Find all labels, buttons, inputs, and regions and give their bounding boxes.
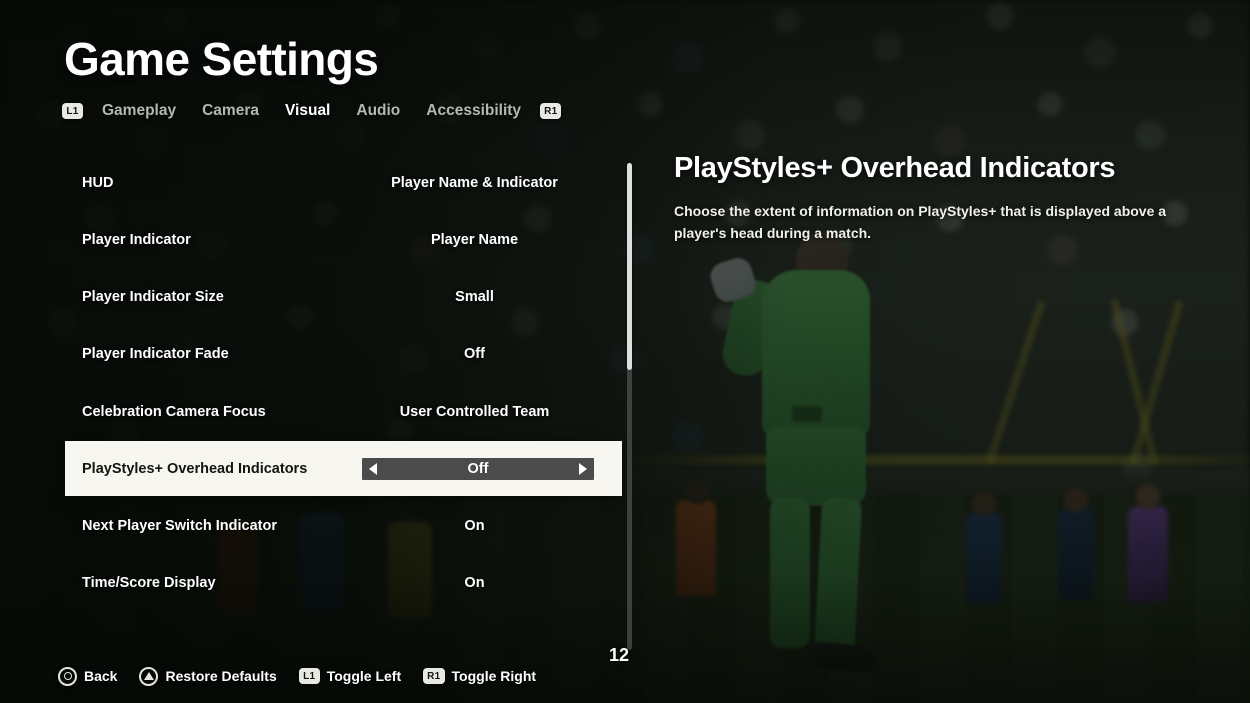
setting-label: Player Indicator Fade: [82, 346, 229, 362]
circle-button-icon: [58, 666, 77, 686]
prompt-toggle-right[interactable]: R1 Toggle Right: [423, 668, 536, 684]
tab-accessibility[interactable]: Accessibility: [413, 102, 534, 120]
setting-label: HUD: [82, 175, 114, 191]
triangle-button-icon: [139, 666, 159, 686]
setting-value: On: [464, 518, 485, 534]
tab-camera[interactable]: Camera: [189, 102, 272, 120]
detail-description: Choose the extent of information on Play…: [674, 203, 1167, 241]
prompt-label: Restore Defaults: [165, 668, 277, 684]
chevron-left-icon[interactable]: [369, 462, 377, 475]
prompt-label: Toggle Right: [451, 668, 537, 684]
button-prompt-bar: Back Restore Defaults L1 Toggle Left R1 …: [58, 664, 536, 688]
setting-row-player-indicator-size[interactable]: Player Indicator Size Small: [65, 271, 622, 323]
detail-title: PlayStyles+ Overhead Indicators: [674, 152, 1116, 184]
setting-row-player-indicator[interactable]: Player Indicator Player Name: [65, 214, 622, 266]
setting-value: Off: [467, 460, 489, 477]
detail-panel: PlayStyles+ Overhead Indicators Choose t…: [674, 152, 1174, 244]
prompt-label: Back: [84, 668, 118, 684]
l1-bumper-icon: L1: [298, 668, 320, 684]
l1-bumper-icon[interactable]: L1: [62, 103, 83, 119]
settings-scrollbar[interactable]: [627, 163, 632, 650]
prompt-back[interactable]: Back: [58, 666, 118, 686]
chevron-right-icon[interactable]: [579, 462, 587, 475]
setting-value-spinner[interactable]: Off: [362, 457, 594, 480]
page-counter: 12: [609, 645, 630, 665]
setting-label: Time/Score Display: [82, 575, 216, 591]
setting-value: Small: [455, 289, 494, 305]
setting-value: Off: [464, 346, 485, 362]
prompt-restore-defaults[interactable]: Restore Defaults: [139, 666, 277, 686]
tab-gameplay[interactable]: Gameplay: [89, 102, 189, 120]
r1-bumper-icon: R1: [423, 668, 445, 684]
ui-layer: Game Settings L1 Gameplay Camera Visual …: [0, 0, 1250, 703]
setting-value: User Controlled Team: [399, 404, 550, 420]
setting-value: Player Name: [430, 232, 519, 248]
setting-row-time-score-display[interactable]: Time/Score Display On: [65, 557, 622, 609]
scrollbar-thumb[interactable]: [627, 163, 632, 370]
prompt-label: Toggle Left: [326, 668, 402, 684]
game-settings-screen: Game Settings L1 Gameplay Camera Visual …: [0, 0, 1250, 703]
page-title: Game Settings: [64, 33, 379, 85]
setting-label: Player Indicator Size: [82, 289, 224, 305]
tab-visual[interactable]: Visual: [272, 102, 343, 120]
tab-audio[interactable]: Audio: [343, 102, 413, 120]
setting-row-next-player-switch-indicator[interactable]: Next Player Switch Indicator On: [65, 500, 622, 552]
setting-value: On: [464, 575, 485, 591]
prompt-toggle-left[interactable]: L1 Toggle Left: [298, 668, 402, 684]
setting-value: Player Name & Indicator: [391, 175, 558, 191]
settings-list: HUD Player Name & Indicator Player Indic…: [0, 155, 640, 625]
r1-bumper-icon[interactable]: R1: [540, 103, 562, 119]
setting-label: Player Indicator: [82, 232, 191, 248]
tab-bar: L1 Gameplay Camera Visual Audio Accessib…: [62, 102, 562, 120]
setting-label: Next Player Switch Indicator: [82, 518, 278, 534]
setting-row-celebration-camera-focus[interactable]: Celebration Camera Focus User Controlled…: [65, 386, 622, 438]
setting-label: Celebration Camera Focus: [82, 404, 266, 420]
setting-label: PlayStyles+ Overhead Indicators: [82, 460, 308, 477]
setting-row-playstyles-overhead-indicators[interactable]: PlayStyles+ Overhead Indicators Off: [65, 441, 622, 496]
setting-row-player-indicator-fade[interactable]: Player Indicator Fade Off: [65, 328, 622, 380]
setting-row-hud[interactable]: HUD Player Name & Indicator: [65, 157, 622, 209]
